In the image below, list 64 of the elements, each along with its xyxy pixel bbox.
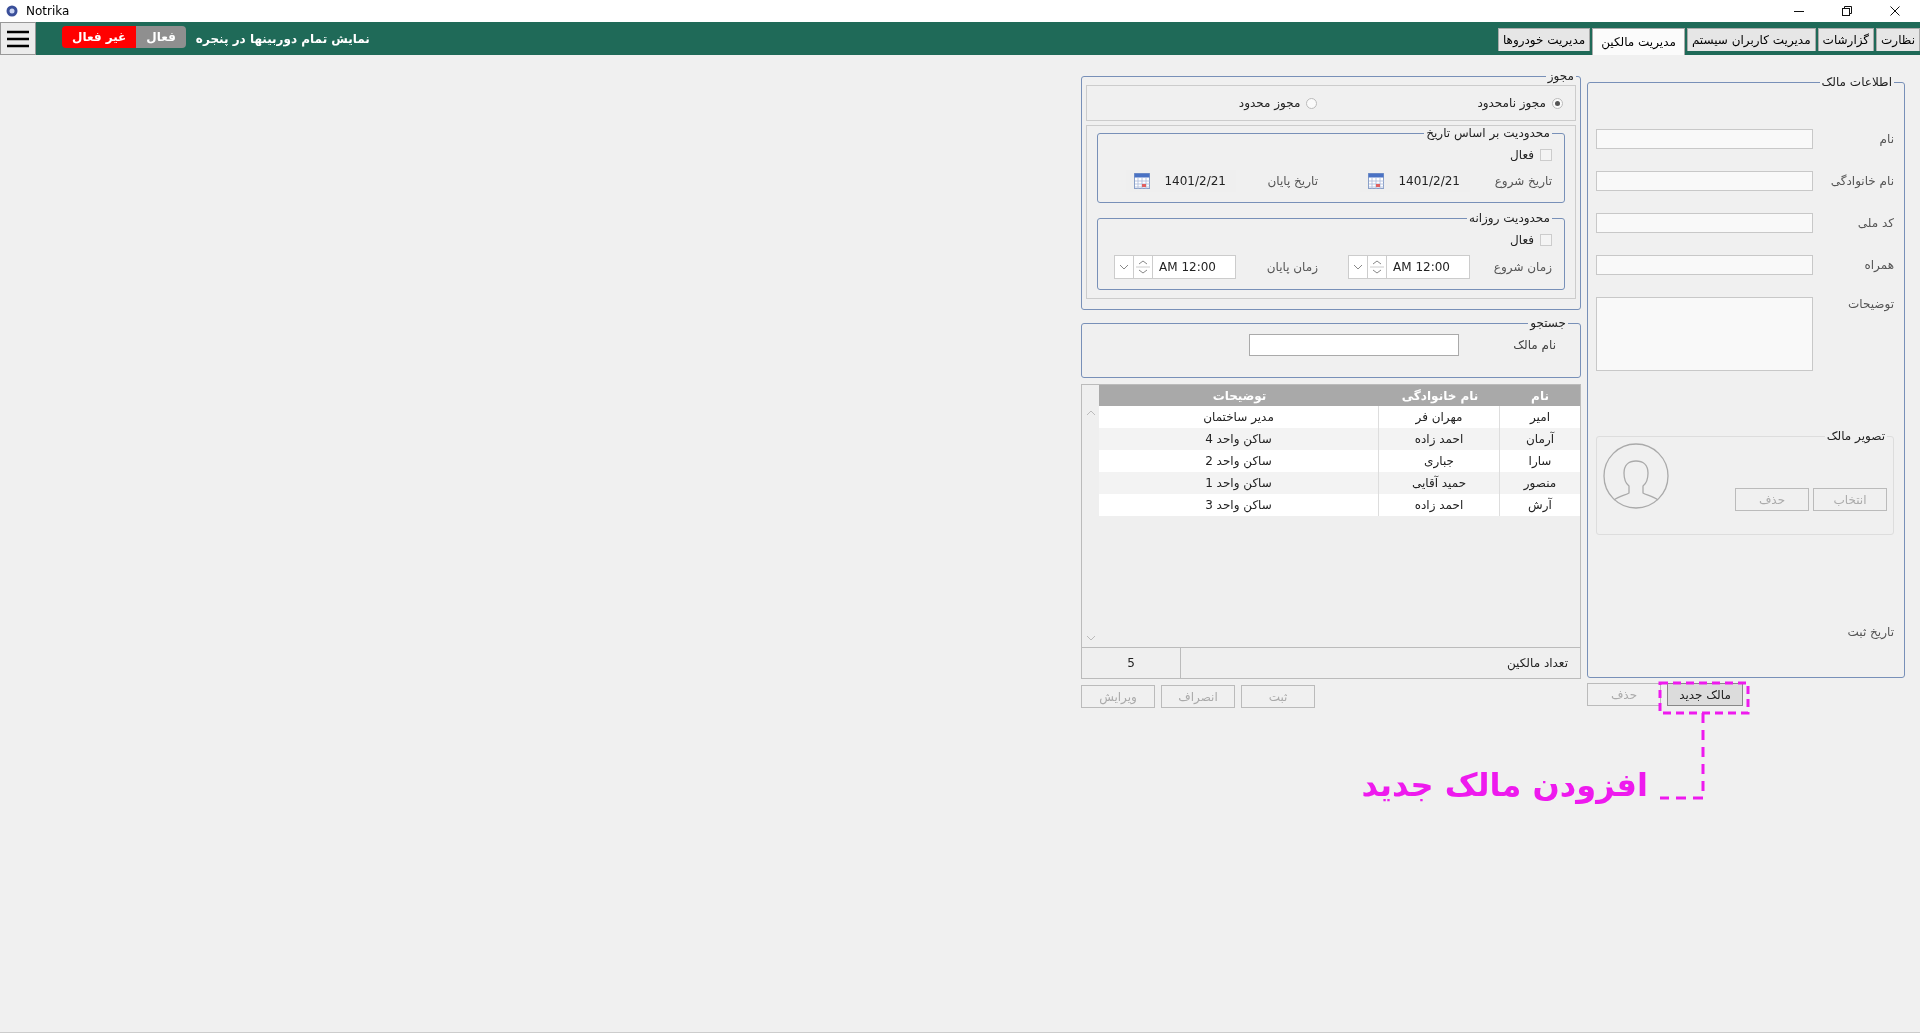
radio-button[interactable] [1552,97,1563,109]
time-picker[interactable]: AM 12:00 [1114,255,1236,279]
new-owner-button[interactable]: مالک جدید [1667,683,1743,706]
field-label: تاریخ پایان [1266,174,1318,188]
checkbox[interactable] [1540,234,1552,246]
annotation-text: افزودن مالک جدید [1361,766,1648,804]
field-label: توضیحات [1847,297,1894,311]
field-label: تاریخ ثبت [1847,625,1894,639]
toolbar-label: نمایش تمام دوربینها در پنجره [195,31,370,46]
checkbox-option[interactable]: فعال [1108,148,1552,162]
count-value: 5 [1082,648,1181,678]
field-label: زمان شروع [1492,260,1552,274]
group-title: تصویر مالک [1825,429,1886,443]
group-title: اطلاعات مالک [1820,75,1893,89]
input-field[interactable] [1596,129,1813,149]
search-field[interactable] [1249,334,1460,356]
calendar-icon [1368,173,1385,189]
field-label: تاریخ شروع [1493,174,1552,188]
field-label: زمان پایان [1265,260,1318,274]
input-field[interactable] [1596,213,1813,233]
radio-button[interactable] [1306,97,1318,109]
field-label: نام مالک [1513,338,1556,352]
radio-option[interactable]: مجوز نامحدود [1477,96,1563,110]
table-cell: احمد زاده [1379,494,1500,516]
table-cell-text: آرمان [1525,430,1556,448]
field-label: نام [1879,132,1894,146]
table-cell: ساکن واحد 3 [1099,494,1379,516]
tab[interactable]: مدیریت مالکین [1592,28,1685,55]
input-field[interactable] [1596,171,1813,191]
field-label: کد ملی [1857,216,1894,230]
field-label: همراه [1864,258,1894,272]
close-icon[interactable] [1890,6,1900,16]
group-title: محدودیت روزانه [1467,211,1551,225]
menu-button[interactable] [0,22,36,55]
scroll-down-icon [1085,635,1096,641]
group-title: جستجو [1528,316,1567,330]
toggle-option[interactable]: غیر فعال [62,25,137,48]
field-label: نام خانوادگی [1830,174,1894,188]
group-title: محدودیت بر اساس تاریخ [1425,126,1551,140]
scroll-up-icon [1085,410,1096,416]
table-cell-text: سارا [1527,453,1553,470]
tab[interactable]: نظارت [1876,28,1920,51]
spinner-icon [1133,256,1153,278]
tab[interactable]: گزارشات [1817,28,1875,51]
count-label: تعداد مالکین [1506,656,1569,670]
restore-icon[interactable] [1842,6,1852,16]
avatar-icon [1603,443,1669,509]
group-title: مجوز [1546,69,1575,83]
input-field[interactable] [1596,255,1813,275]
text-area[interactable] [1596,297,1813,371]
radio-option[interactable]: مجوز محدود [1238,96,1318,110]
menu-icon [7,29,29,48]
table-cell-text: امیر [1528,409,1551,426]
tab[interactable]: مدیریت خودروها [1497,28,1591,51]
table-cell-text: منصور [1522,475,1558,493]
spinner-icon [1367,256,1387,278]
checkbox[interactable] [1540,149,1552,161]
app-icon [6,5,18,17]
window-title: Notrika [26,4,70,18]
calendar-icon [1134,173,1151,189]
checkbox-option[interactable]: فعال [1108,233,1552,247]
table-cell-text: آرش [1527,496,1553,515]
tab[interactable]: مدیریت کاربران سیستم [1686,28,1816,51]
time-picker[interactable]: AM 12:00 [1348,255,1470,279]
